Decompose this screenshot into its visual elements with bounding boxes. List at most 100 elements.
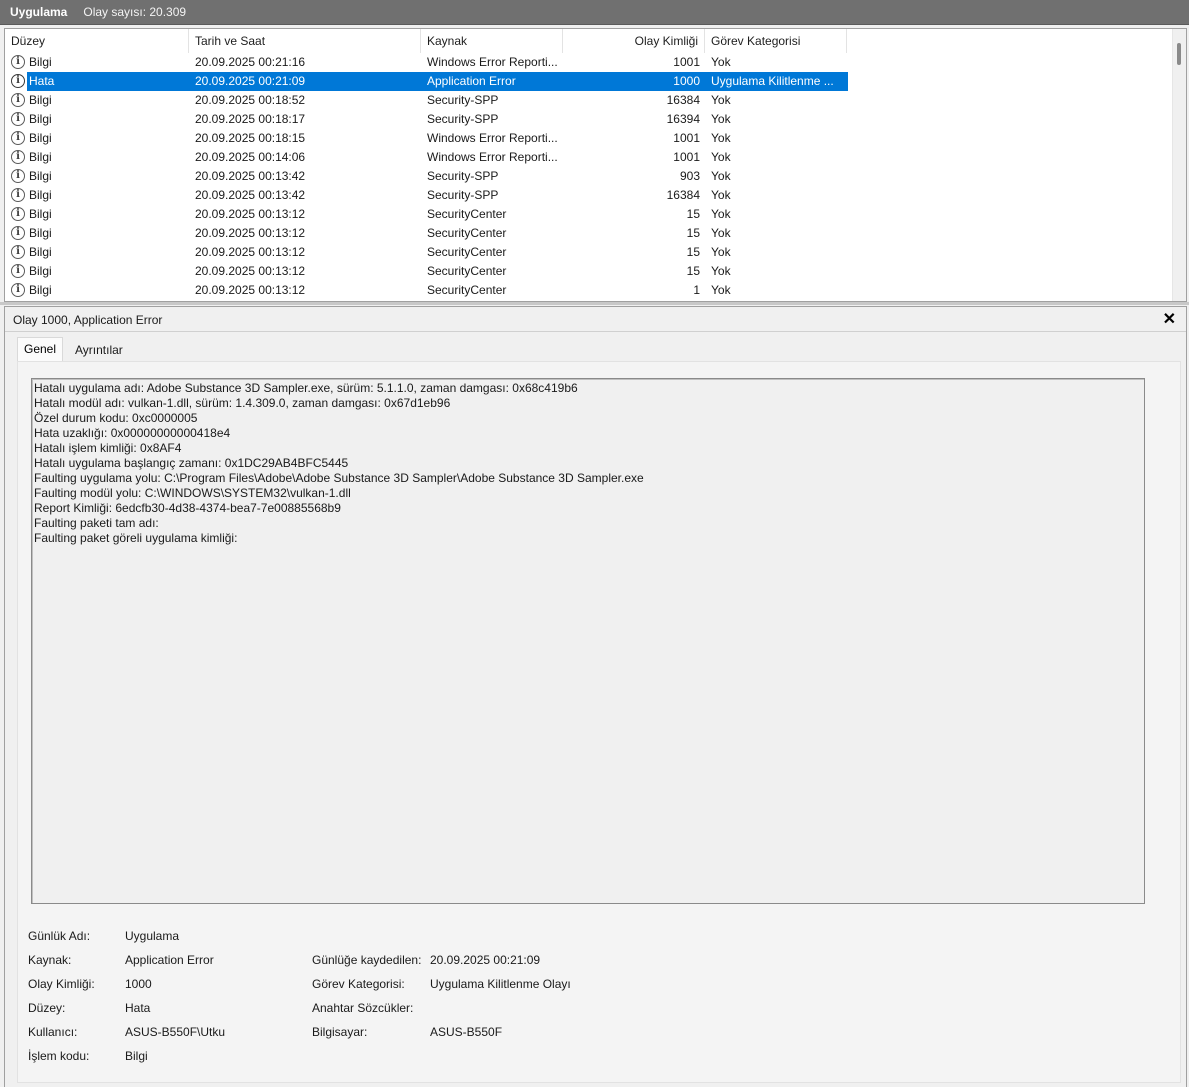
cell-event-id: 15	[686, 226, 700, 240]
info-icon: i	[11, 74, 25, 88]
cell-level: Bilgi	[29, 112, 52, 126]
table-row[interactable]: i Bilgi 20.09.2025 00:13:42 Security-SPP 903…	[5, 167, 1175, 186]
cell-datetime: 20.09.2025 00:21:16	[195, 55, 306, 69]
cell-task-category: Yok	[711, 207, 731, 221]
cell-datetime: 20.09.2025 00:18:17	[195, 112, 306, 126]
field-label-task-category: Görev Kategorisi:	[312, 977, 405, 991]
cell-datetime: 20.09.2025 00:13:12	[195, 207, 306, 221]
table-row[interactable]: i Bilgi 20.09.2025 00:14:06 Windows Error R…	[5, 148, 1175, 167]
cell-task-category: Yok	[711, 112, 731, 126]
field-label-source: Kaynak:	[28, 953, 72, 967]
table-row[interactable]: i Bilgi 20.09.2025 00:13:12 SecurityCenter 1…	[5, 281, 1175, 300]
description-line: Faulting paketi tam adı:	[34, 516, 159, 530]
description-line: Faulting paket göreli uygulama kimliği:	[34, 531, 238, 545]
cell-source: SecurityCenter	[427, 283, 507, 297]
column-header-level[interactable]: Düzey	[5, 29, 189, 53]
description-line: Hata uzaklığı: 0x00000000000418e4	[34, 426, 231, 440]
pane-splitter[interactable]	[0, 302, 1189, 305]
vertical-scrollbar[interactable]	[1172, 29, 1186, 301]
table-row[interactable]: i Bilgi 20.09.2025 00:21:16 Windows Error R…	[5, 53, 1175, 72]
cell-source: Security-SPP	[427, 93, 499, 107]
info-icon: i	[11, 55, 25, 69]
cell-task-category: Yok	[711, 169, 731, 183]
cell-source: SecurityCenter	[427, 207, 507, 221]
description-line: Faulting uygulama yolu: C:\Program Files…	[34, 471, 644, 485]
table-row[interactable]: i Bilgi 20.09.2025 00:13:12 SecurityCenter 1…	[5, 262, 1175, 281]
field-label-event-id: Olay Kimliği:	[28, 977, 95, 991]
cell-source: Security-SPP	[427, 112, 499, 126]
scrollbar-thumb[interactable]	[1177, 43, 1181, 65]
event-count: Olay sayısı: 20.309	[83, 5, 187, 19]
description-line: Hatalı uygulama adı: Adobe Substance 3D …	[34, 381, 578, 395]
field-value-event-id: 1000	[125, 977, 152, 991]
table-row[interactable]: i Bilgi 20.09.2025 00:18:15 Windows Error R…	[5, 129, 1175, 148]
info-icon: i	[11, 207, 25, 221]
cell-event-id: 16384	[666, 188, 700, 202]
cell-task-category: Yok	[711, 226, 731, 240]
table-row[interactable]: i Bilgi 20.09.2025 00:13:12 SecurityCenter 1…	[5, 243, 1175, 262]
field-label-level: Düzey:	[28, 1001, 66, 1015]
event-detail-pane: Olay 1000, Application Error ✕ Genel Ayr…	[4, 306, 1187, 1087]
cell-event-id: 15	[686, 207, 700, 221]
table-row[interactable]: i Bilgi 20.09.2025 00:13:12 SecurityCenter 1…	[5, 224, 1175, 243]
info-icon: i	[11, 188, 25, 202]
field-value-task-category: Uygulama Kilitlenme Olayı	[430, 977, 571, 991]
cell-datetime: 20.09.2025 00:13:12	[195, 283, 306, 297]
cell-source: Security-SPP	[427, 169, 499, 183]
cell-task-category: Yok	[711, 93, 731, 107]
field-value-computer: ASUS-B550F	[430, 1025, 503, 1039]
cell-task-category: Yok	[711, 264, 731, 278]
description-line: Hatalı modül adı: vulkan-1.dll, sürüm: 1…	[34, 396, 451, 410]
column-header-datetime[interactable]: Tarih ve Saat	[189, 29, 421, 53]
log-header-bar: Uygulama Olay sayısı: 20.309	[0, 0, 1189, 25]
close-icon[interactable]: ✕	[1163, 309, 1176, 329]
cell-source: SecurityCenter	[427, 264, 507, 278]
column-header-source[interactable]: Kaynak	[421, 29, 563, 53]
column-header-event-id[interactable]: Olay Kimliği	[563, 29, 705, 53]
field-label-opcode: İşlem kodu:	[28, 1049, 90, 1063]
description-line: Faulting modül yolu: C:\WINDOWS\SYSTEM32…	[34, 486, 351, 500]
cell-datetime: 20.09.2025 00:13:12	[195, 226, 306, 240]
cell-task-category: Yok	[711, 245, 731, 259]
cell-event-id: 1001	[673, 150, 700, 164]
cell-source: SecurityCenter	[427, 245, 507, 259]
column-header-task-category[interactable]: Görev Kategorisi	[705, 29, 847, 53]
cell-level: Bilgi	[29, 188, 52, 202]
table-row[interactable]: i Bilgi 20.09.2025 00:18:17 Security-SPP 163…	[5, 110, 1175, 129]
description-line: Hatalı uygulama başlangıç zamanı: 0x1DC2…	[34, 456, 349, 470]
cell-level: Bilgi	[29, 226, 52, 240]
cell-event-id: 1001	[673, 131, 700, 145]
cell-event-id: 16394	[666, 112, 700, 126]
cell-level: Hata	[29, 74, 55, 88]
cell-task-category: Yok	[711, 283, 731, 297]
table-row[interactable]: i Bilgi 20.09.2025 00:13:12 SecurityCenter 1…	[5, 205, 1175, 224]
cell-event-id: 1	[693, 283, 700, 297]
cell-source: Windows Error Reporti...	[427, 55, 558, 69]
cell-task-category: Yok	[711, 150, 731, 164]
cell-level: Bilgi	[29, 93, 52, 107]
field-value-level: Hata	[125, 1001, 151, 1015]
tab-details[interactable]: Ayrıntılar	[69, 340, 129, 361]
cell-event-id: 1000	[673, 74, 700, 88]
cell-level: Bilgi	[29, 283, 52, 297]
table-row[interactable]: i Bilgi 20.09.2025 00:18:52 Security-SPP 163…	[5, 91, 1175, 110]
event-list[interactable]: Düzey Tarih ve Saat Kaynak Olay Kimliği …	[4, 28, 1187, 302]
cell-event-id: 903	[679, 169, 700, 183]
event-description-box[interactable]: Hatalı uygulama adı: Adobe Substance 3D …	[31, 378, 1145, 904]
cell-task-category: Yok	[711, 55, 731, 69]
cell-datetime: 20.09.2025 00:13:12	[195, 245, 306, 259]
field-value-logged: 20.09.2025 00:21:09	[430, 953, 541, 967]
table-row[interactable]: i Hata 20.09.2025 00:21:09 Application Erro…	[5, 72, 1175, 91]
tab-general[interactable]: Genel	[17, 337, 64, 362]
cell-source: Security-SPP	[427, 188, 499, 202]
table-row[interactable]: i Bilgi 20.09.2025 00:13:42 Security-SPP 163…	[5, 186, 1175, 205]
cell-source: Windows Error Reporti...	[427, 131, 558, 145]
cell-datetime: 20.09.2025 00:21:09	[195, 74, 306, 88]
info-icon: i	[11, 283, 25, 297]
cell-datetime: 20.09.2025 00:18:15	[195, 131, 306, 145]
general-tab-body: Hatalı uygulama adı: Adobe Substance 3D …	[17, 361, 1181, 1083]
cell-datetime: 20.09.2025 00:14:06	[195, 150, 306, 164]
info-icon: i	[11, 93, 25, 107]
field-value-source: Application Error	[125, 953, 214, 967]
cell-level: Bilgi	[29, 207, 52, 221]
